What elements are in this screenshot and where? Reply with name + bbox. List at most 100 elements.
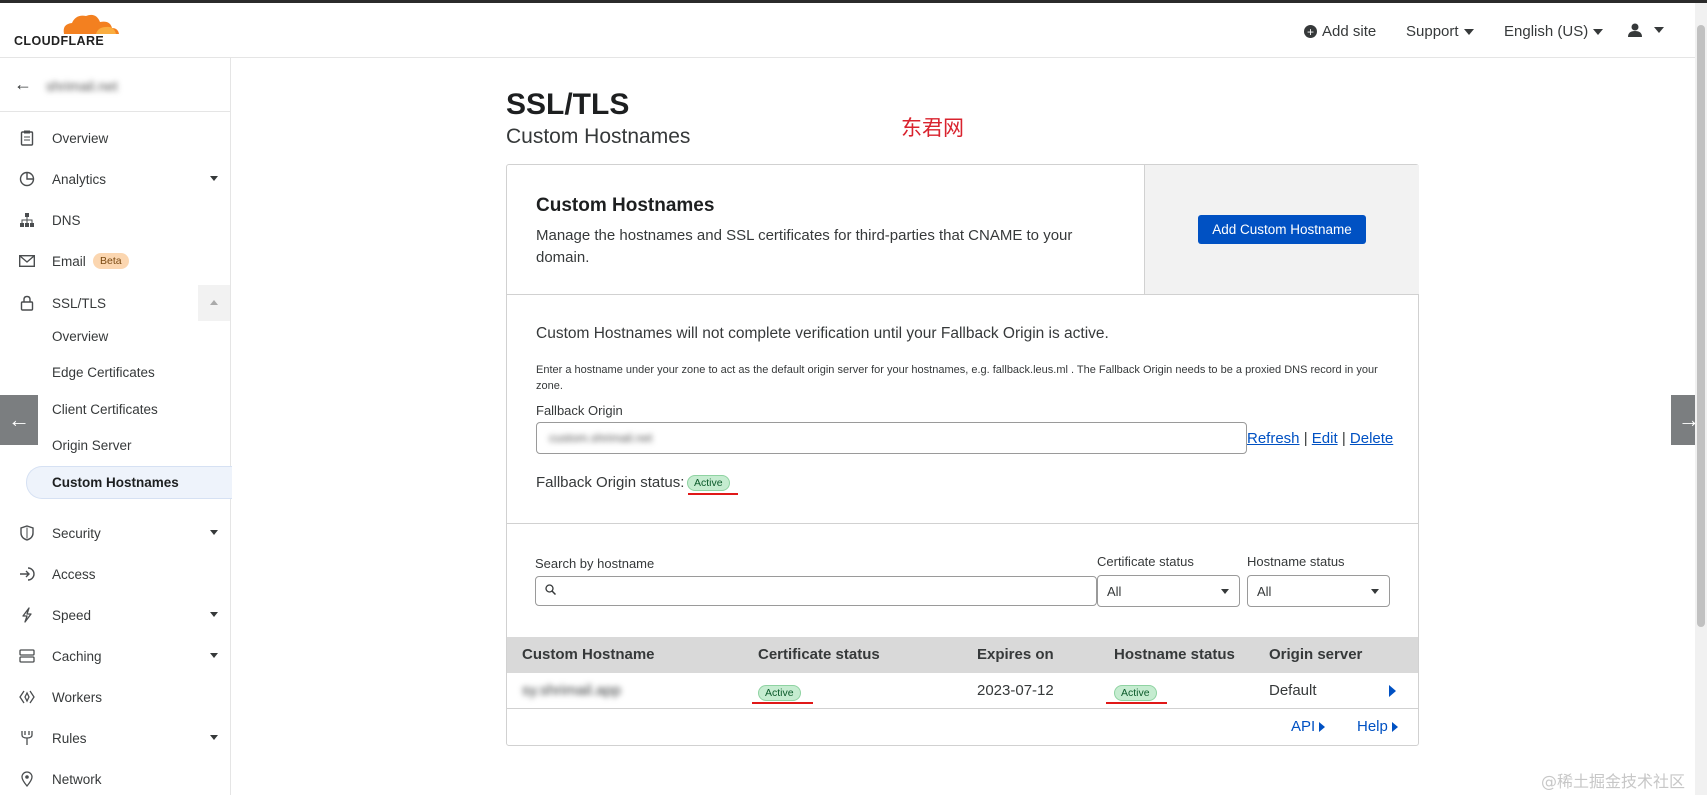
sidebar-item-access[interactable]: Access (0, 559, 230, 589)
sidebar-item-email[interactable]: Email Beta (0, 246, 230, 276)
support-menu[interactable]: Support (1406, 23, 1474, 40)
fallback-origin-field[interactable]: custom.shrimail.net (536, 422, 1247, 454)
search-label: Search by hostname (535, 556, 655, 571)
sidebar-item-label: Network (52, 771, 102, 787)
sidebar-item-security[interactable]: Security (0, 518, 230, 548)
scrollbar-thumb[interactable] (1697, 25, 1705, 627)
lock-icon (18, 294, 36, 312)
hostname-status-cell: Active (1114, 683, 1157, 701)
intro-action-panel: Add Custom Hostname (1144, 165, 1419, 295)
status-badge: Active (1114, 685, 1157, 701)
sidebar-item-network[interactable]: Network (0, 764, 230, 794)
collapse-button[interactable] (198, 285, 230, 321)
sidebar-item-overview[interactable]: Overview (0, 123, 230, 153)
sidebar-item-label: Overview (52, 130, 109, 146)
page-subtitle: Custom Hostnames (506, 125, 691, 148)
edit-link[interactable]: Edit (1312, 430, 1338, 447)
sidebar-item-label: Email (52, 253, 86, 269)
table-row[interactable]: sy.shrimail.app Active 2023-07-12 Active… (507, 673, 1418, 709)
sidebar-subitem-edge-certificates[interactable]: Edge Certificates (0, 357, 230, 387)
status-badge: Active (687, 475, 730, 491)
intro-section: Custom Hostnames Manage the hostnames an… (507, 165, 1144, 295)
delete-link[interactable]: Delete (1350, 430, 1393, 447)
column-header[interactable]: Custom Hostname (522, 646, 655, 663)
sidebar-item-label: Rules (52, 730, 87, 746)
search-input[interactable] (535, 576, 1097, 606)
access-icon (18, 565, 36, 583)
chevron-down-icon (210, 612, 218, 617)
separator: | (1341, 430, 1346, 447)
refresh-link[interactable]: Refresh (1247, 430, 1300, 447)
sidebar-subitem-ssl-overview[interactable]: Overview (0, 321, 230, 351)
pin-icon (18, 770, 36, 788)
sidebar-item-analytics[interactable]: Analytics (0, 164, 230, 194)
envelope-icon (18, 252, 36, 270)
divider (0, 111, 230, 112)
column-header[interactable]: Certificate status (758, 646, 880, 663)
sidebar-subitem-label: Overview (52, 328, 109, 344)
annotation-underline (752, 702, 813, 704)
page-scrollbar[interactable] (1695, 3, 1707, 795)
sidebar-item-rules[interactable]: Rules (0, 723, 230, 753)
sidebar-item-label: DNS (52, 212, 81, 228)
chevron-right-icon (1391, 721, 1398, 732)
column-header[interactable]: Hostname status (1114, 646, 1235, 663)
sidebar-item-label: Workers (52, 689, 103, 705)
network-icon (18, 211, 36, 229)
hostname-status-label: Hostname status (1247, 554, 1345, 569)
sidebar-item-label: Analytics (52, 171, 107, 187)
sidebar-item-workers[interactable]: Workers (0, 682, 230, 712)
add-site-button[interactable]: + Add site (1304, 23, 1376, 40)
sidebar-subitem-label: Custom Hostnames (52, 475, 179, 490)
status-badge: Active (758, 685, 801, 701)
support-label: Support (1406, 23, 1459, 40)
chevron-down-icon (1463, 28, 1474, 35)
prev-slide-button[interactable]: ← (0, 395, 38, 445)
sidebar-item-speed[interactable]: Speed (0, 600, 230, 630)
chevron-down-icon (210, 653, 218, 658)
chevron-down-icon (210, 530, 218, 535)
workers-icon (18, 688, 36, 706)
sidebar-item-dns[interactable]: DNS (0, 205, 230, 235)
help-link[interactable]: Help (1357, 718, 1398, 735)
arrow-left-icon: ← (14, 74, 32, 94)
help-link-label: Help (1357, 718, 1388, 735)
certificate-status-select[interactable]: All (1097, 575, 1240, 607)
lightning-icon (18, 606, 36, 624)
certificate-status-cell: Active (758, 683, 801, 701)
separator: | (1303, 430, 1308, 447)
sidebar-item-caching[interactable]: Caching (0, 641, 230, 671)
api-link[interactable]: API (1291, 718, 1326, 735)
fallback-description: Enter a hostname under your zone to act … (536, 364, 1378, 392)
shield-icon (18, 524, 36, 542)
fallback-origin-value: custom.shrimail.net (549, 431, 653, 445)
expires-cell: 2023-07-12 (977, 682, 1054, 699)
chevron-right-icon (1319, 721, 1326, 732)
beta-badge: Beta (93, 253, 129, 269)
user-icon (1628, 23, 1642, 37)
add-custom-hostname-button[interactable]: Add Custom Hostname (1198, 215, 1366, 244)
fallback-actions: Refresh | Edit | Delete (1247, 430, 1393, 447)
back-to-account[interactable]: ← shrimail.net (0, 72, 230, 102)
annotation-underline (1106, 702, 1167, 704)
fallback-origin-label: Fallback Origin (536, 403, 623, 418)
selected-value: All (1257, 584, 1272, 599)
account-menu[interactable] (1627, 22, 1664, 38)
api-link-label: API (1291, 718, 1316, 735)
sidebar-item-label: Security (52, 525, 101, 541)
certificate-status-label: Certificate status (1097, 554, 1194, 569)
arrow-left-icon: ← (8, 407, 30, 432)
section-heading: Custom Hostnames (536, 195, 715, 216)
sidebar-subitem-custom-hostnames[interactable]: Custom Hostnames (26, 466, 232, 499)
language-menu[interactable]: English (US) (1504, 23, 1604, 40)
origin-server-cell: Default (1269, 682, 1317, 699)
sidebar-item-ssl-tls[interactable]: SSL/TLS (0, 285, 230, 321)
column-header[interactable]: Expires on (977, 646, 1054, 663)
cloudflare-logo[interactable]: CLOUDFLARE (12, 13, 119, 49)
sidebar-subitem-label: Edge Certificates (52, 364, 155, 380)
add-site-label: Add site (1322, 23, 1377, 40)
hostname-status-select[interactable]: All (1247, 575, 1390, 607)
language-label: English (US) (1504, 23, 1589, 40)
sidebar-item-label: SSL/TLS (52, 295, 107, 311)
chevron-right-icon[interactable] (1389, 685, 1396, 697)
